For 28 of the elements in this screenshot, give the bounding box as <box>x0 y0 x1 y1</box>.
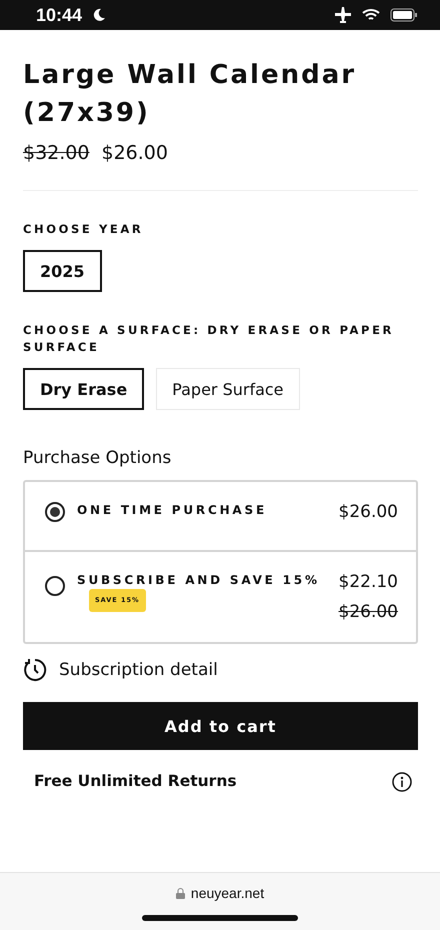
status-time: 10:44 <box>36 4 82 26</box>
radio-button[interactable] <box>45 576 65 596</box>
add-to-cart-button[interactable]: Add to cart <box>23 702 418 750</box>
product-price: $26.00 <box>101 142 168 164</box>
purchase-options-label: Purchase Options <box>23 448 172 468</box>
airplane-icon <box>334 7 352 23</box>
wifi-icon <box>362 8 380 22</box>
product-title: (27x39) <box>23 97 151 130</box>
compare-price: $26.00 <box>338 602 398 622</box>
surface-option[interactable]: Dry Erase <box>23 368 144 410</box>
compare-price: $32.00 <box>23 142 90 164</box>
url-field[interactable]: neuyear.net <box>176 885 264 901</box>
surface-option[interactable]: Paper Surface <box>156 368 300 410</box>
product-title: Large Wall Calendar <box>23 59 358 92</box>
purchase-option-title: ONE TIME PURCHASE <box>77 502 268 519</box>
radio-button[interactable] <box>45 502 65 522</box>
lock-icon <box>176 888 185 898</box>
moon-icon <box>92 8 106 22</box>
info-icon[interactable] <box>392 772 412 792</box>
returns-text: Free Unlimited Returns <box>34 772 237 792</box>
option-label: CHOOSE A SURFACE: DRY ERASE OR PAPER SURFACE <box>23 322 395 356</box>
battery-icon <box>390 8 418 22</box>
option-price: $26.00 <box>338 502 398 522</box>
clock-icon <box>23 658 47 682</box>
option-price: $22.10 <box>338 572 398 592</box>
year-option[interactable]: 2025 <box>23 250 102 292</box>
option-label: CHOOSE YEAR <box>23 221 144 238</box>
subscription-detail-link[interactable]: Subscription detail <box>23 658 418 682</box>
